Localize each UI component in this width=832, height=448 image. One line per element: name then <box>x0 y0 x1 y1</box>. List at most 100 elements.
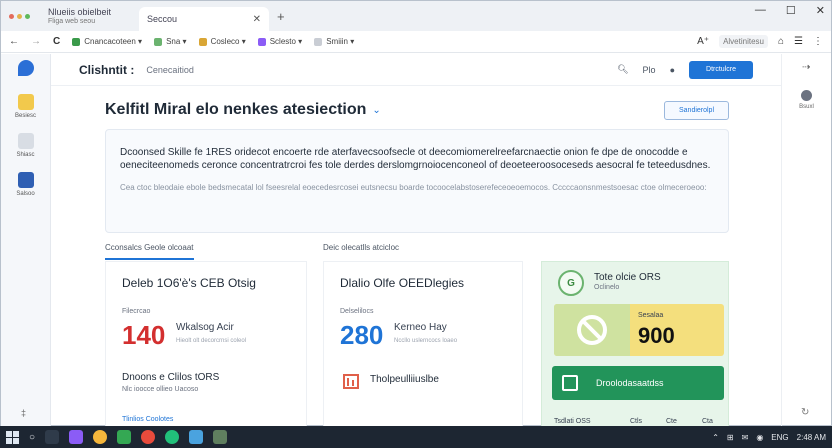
dock-item-monitor[interactable]: Salsoo <box>1 172 50 197</box>
tab-column-1[interactable]: Cconsalcs Geole olcoaat <box>105 243 194 260</box>
score-value: 900 <box>638 323 675 348</box>
font-icon[interactable]: A⁺ <box>697 36 709 47</box>
minimize-icon[interactable]: — <box>755 4 766 17</box>
tray-item-3[interactable]: ◉ <box>756 433 763 442</box>
taskbar-app-1-icon[interactable] <box>69 430 84 444</box>
window-dots <box>9 13 30 19</box>
card3-sub: Oclinelo <box>594 284 620 291</box>
metric-card-2[interactable]: Dlalio Olfe OEEDlegies Delselilocs 280 K… <box>323 261 523 433</box>
menu-icon[interactable]: ☰ <box>794 36 803 47</box>
info-note: Cea ctoc bleodaie ebole bedsmecatal lol … <box>120 183 707 192</box>
card2-sub: Nccllo uslerncocs loaeo <box>394 338 458 344</box>
download-button[interactable]: Droolodasaatdss <box>552 366 724 400</box>
tab-active[interactable]: Seccou ✕ <box>139 7 270 31</box>
card1-caption: Wkalsog Acir <box>176 322 234 333</box>
account-chip[interactable]: Alvetinitesu <box>719 35 768 48</box>
metric-card-3[interactable]: G Tote olcie ORS Oclinelo Sesalaa 900 Dr… <box>541 261 729 433</box>
dock-item-folder[interactable]: Besiesc <box>1 94 50 119</box>
browser-window: Nlueiis obielbeit Fliga web seou Seccou … <box>0 0 832 433</box>
taskbar-app-5-icon[interactable] <box>165 430 180 444</box>
taskbar-app-0-icon[interactable] <box>45 430 60 444</box>
info-card: Dcoonsed Skille fe 1RES oridecot encoert… <box>105 129 729 233</box>
dot-yellow[interactable] <box>17 13 22 19</box>
search-taskbar-icon[interactable]: ○ <box>29 432 35 443</box>
tray-item-1[interactable]: ⊞ <box>727 433 734 442</box>
card1-foot: Dnoons e Clilos tORS <box>122 372 220 383</box>
document-icon <box>17 133 34 149</box>
close-icon[interactable]: ✕ <box>253 14 261 25</box>
header-icon-text[interactable]: Plo <box>643 65 656 75</box>
card2-value: 280 <box>340 320 384 350</box>
taskbar-app-4-icon[interactable] <box>141 430 156 444</box>
title-row: Kelfitl Miral elo nenkes atesiection ⌄ S… <box>105 96 729 124</box>
header-tools: 🔍︎ Plo ● Dtrctulcre <box>617 60 753 79</box>
tray-language[interactable]: ENG <box>771 433 788 442</box>
dock-settings-icon[interactable]: ‡ <box>21 408 26 418</box>
refresh-icon[interactable]: ↻ <box>801 407 809 418</box>
info-paragraph: Dcoonsed Skille fe 1RES oridecot encoert… <box>120 147 711 171</box>
window-close-icon[interactable]: ✕ <box>816 4 825 17</box>
primary-button[interactable]: Dtrctulcre <box>689 60 753 79</box>
dock-item-document[interactable]: Shiasc <box>1 133 50 158</box>
tab-inactive[interactable]: Nlueiis obielbeit Fliga web seou <box>40 7 119 31</box>
card1-title: Deleb 1O6'è's CEB Otsig <box>122 276 256 290</box>
tray-item-2[interactable]: ✉ <box>742 433 749 442</box>
card1-link[interactable]: Tlinlios Coolotes <box>122 416 173 423</box>
taskbar: ○ ⌃ ⊞ ✉ ◉ ENG 2:48 AM <box>0 426 832 448</box>
score-label: Sesalaa <box>638 312 664 319</box>
bookmark-4-icon <box>314 37 323 46</box>
right-rail: ⇢ Bsuxl ↻ <box>781 54 831 426</box>
card1-value: 140 <box>122 320 166 350</box>
search-icon[interactable]: 🔍︎ <box>617 64 628 75</box>
back-icon[interactable]: ← <box>9 36 19 47</box>
dock-item-label-1: Besiesc <box>14 113 36 119</box>
dock-item-label-3: Salsoo <box>16 191 35 197</box>
bookmark-2-icon <box>198 37 207 46</box>
tab-inactive-sub: Fliga web seou <box>48 18 96 25</box>
bookmark-0[interactable]: Cnancacoteen ▾ <box>72 37 142 46</box>
bookmark-4[interactable]: Smiiin ▾ <box>314 37 354 46</box>
card2-label: Delselilocs <box>340 308 374 315</box>
tab-column-2[interactable]: Deic olecatlls atcicloc <box>323 243 399 252</box>
outline-button[interactable]: Sandierolpl <box>664 100 729 120</box>
system-tray: ⌃ ⊞ ✉ ◉ ENG 2:48 AM <box>712 433 826 442</box>
maximize-icon[interactable]: ☐ <box>786 4 796 17</box>
taskbar-app-3-icon[interactable] <box>117 430 132 444</box>
more-icon[interactable]: ⋮ <box>813 36 823 47</box>
card2-caption: Kerneo Hay <box>394 322 447 333</box>
windows-start-icon[interactable] <box>6 430 19 444</box>
bookmark-3[interactable]: Sclesto ▾ <box>257 37 303 46</box>
bookmark-2[interactable]: Cosleco ▾ <box>198 37 246 46</box>
extensions-icon[interactable]: ⌂ <box>778 36 784 47</box>
dot-red[interactable] <box>9 13 14 19</box>
taskbar-app-2-icon[interactable] <box>93 430 108 444</box>
reload-icon[interactable]: C <box>53 36 60 47</box>
bookmark-0-label: Cnancacoteen ▾ <box>84 37 143 46</box>
dock-item-0[interactable] <box>1 60 50 76</box>
bookmark-3-label: Sclesto ▾ <box>269 37 303 46</box>
tray-clock[interactable]: 2:48 AM <box>797 433 826 442</box>
app-logo-icon <box>17 60 34 76</box>
taskbar-app-7-icon[interactable] <box>213 430 228 444</box>
bookmark-1-label: Sna ▾ <box>166 37 187 46</box>
score-panel: Sesalaa 900 <box>554 304 724 356</box>
forward-icon[interactable]: → <box>31 36 41 47</box>
new-tab-icon[interactable]: + <box>277 9 285 24</box>
rail-item[interactable]: Bsuxl <box>782 90 831 110</box>
bookmark-1[interactable]: Sna ▾ <box>154 37 187 46</box>
pin-icon[interactable]: ⇢ <box>802 62 810 73</box>
window-controls: — ☐ ✕ <box>755 4 825 17</box>
score-emblem <box>554 304 630 356</box>
rail-item-label: Bsuxl <box>799 104 814 110</box>
taskbar-app-6-icon[interactable] <box>189 430 204 444</box>
chevron-down-icon[interactable]: ⌄ <box>372 105 380 116</box>
checkbox-icon <box>562 375 578 391</box>
tray-item-0[interactable]: ⌃ <box>712 433 719 442</box>
card2-foot: Tholpeulliiuslbe <box>370 374 439 385</box>
notification-icon[interactable]: ● <box>670 65 675 75</box>
metric-card-1[interactable]: Deleb 1O6'è's CEB Otsig Filecrcao 140 Wk… <box>105 261 307 433</box>
dot-green[interactable] <box>25 13 30 19</box>
bookmark-2-label: Cosleco ▾ <box>210 37 246 46</box>
dock-item-label-2: Shiasc <box>16 152 35 158</box>
tab-active-label: Seccou <box>147 14 178 24</box>
